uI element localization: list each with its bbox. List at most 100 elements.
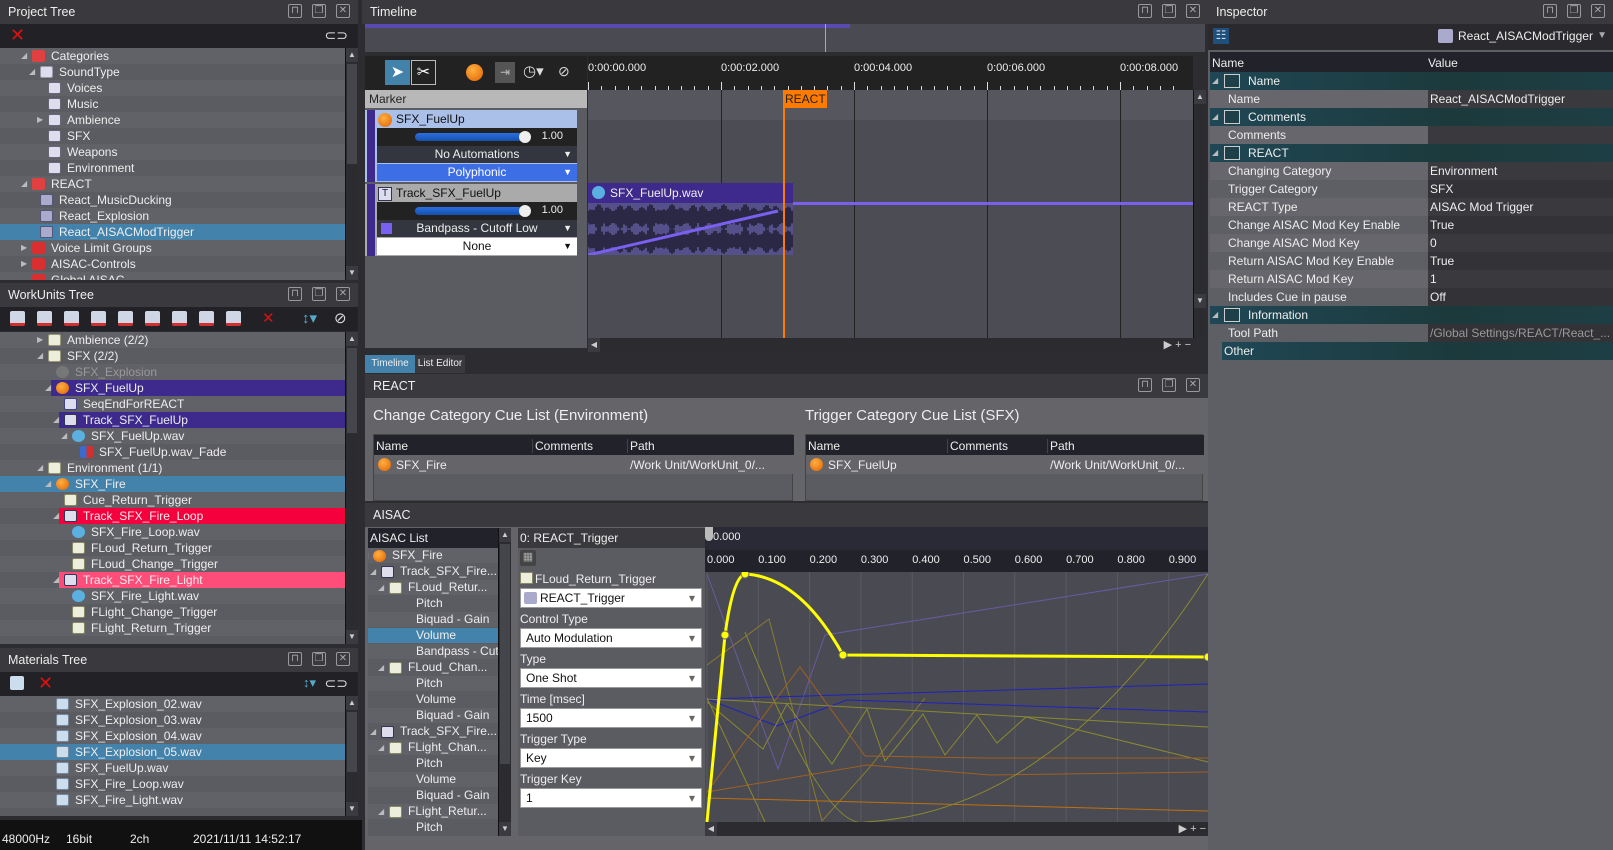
sort-icon[interactable]: ↕▾ — [302, 309, 317, 327]
aisac-list-scrollbar[interactable]: ▲ ▼ — [498, 528, 511, 836]
expand-icon[interactable]: ▶ — [21, 256, 29, 272]
grid-icon[interactable]: ▦ — [520, 550, 536, 566]
add-cue-icon[interactable] — [37, 311, 52, 326]
materials-tree-scrollbar[interactable]: ▲ ▼ — [345, 696, 358, 816]
tree-item[interactable]: ◢ SFX_Fire — [368, 548, 498, 563]
clock-icon[interactable]: ◷▾ — [523, 62, 544, 80]
property-value[interactable]: /Global Settings/REACT/React_... — [1428, 324, 1613, 342]
property-value[interactable]: React_AISACModTrigger — [1428, 90, 1613, 108]
tree-item[interactable]: ◢ Track_SFX_Fire... — [368, 724, 498, 739]
tree-item[interactable]: FLight_Return_Trigger — [0, 620, 345, 636]
property-value[interactable] — [1428, 126, 1613, 144]
tree-item[interactable]: Global AISAC- — [0, 272, 345, 280]
cut-tool-icon[interactable]: ✂ — [411, 60, 436, 85]
trigger-key-stepper[interactable]: 1 — [520, 788, 702, 808]
collapse-icon[interactable]: ◢ — [37, 460, 45, 476]
trigger-type-dropdown[interactable]: Key — [520, 748, 702, 768]
lock-icon[interactable]: ⊓ — [288, 287, 302, 301]
tree-item[interactable]: SFX_Fire_Loop.wav — [0, 524, 345, 540]
tree-item[interactable]: SFX_Explosion_03.wav — [0, 712, 345, 728]
play-cue-icon[interactable] — [466, 64, 483, 81]
table-row[interactable]: SFX_FuelUp /Work Unit/WorkUnit_0/... — [806, 455, 1204, 474]
inspector-row[interactable]: Change AISAC Mod Key Enable True — [1210, 216, 1613, 234]
tree-item[interactable]: Volume — [368, 772, 498, 787]
inspector-row[interactable]: Name React_AISACModTrigger — [1210, 90, 1613, 108]
cue-header[interactable]: SFX_FuelUp 1.00 No Automations ▼ Polyphon… — [365, 110, 577, 182]
tree-item[interactable]: SeqEndForREACT — [0, 396, 345, 412]
cue-volume-slider[interactable]: 1.00 — [377, 128, 577, 146]
link-icon[interactable]: ⊂⊃ — [325, 675, 348, 692]
inspector-group[interactable]: ◢ Name — [1210, 72, 1613, 90]
collapse-icon[interactable]: ◢ — [45, 380, 53, 396]
inspector-row[interactable]: REACT Type AISAC Mod Trigger — [1210, 198, 1613, 216]
timeline-hscroll[interactable]: ◀ ▶ + − — [588, 338, 1193, 352]
track-volume-slider[interactable]: 1.00 — [377, 202, 577, 220]
collapse-icon[interactable]: ◢ — [378, 660, 386, 675]
property-value[interactable]: Environment — [1428, 162, 1613, 180]
collapse-icon[interactable]: ◢ — [45, 476, 53, 492]
snap-icon[interactable]: ⇥ — [495, 62, 515, 83]
inspector-group[interactable]: ◢ Comments — [1210, 108, 1613, 126]
tree-item[interactable]: Pitch — [368, 596, 498, 611]
track-automation-dropdown[interactable]: Bandpass - Cutoff Low ▼ — [377, 220, 577, 237]
inspector-row[interactable]: Return AISAC Mod Key Enable True — [1210, 252, 1613, 270]
tree-item[interactable]: Cue_Return_Trigger — [0, 492, 345, 508]
tree-item[interactable]: ▶ Ambience — [0, 112, 345, 128]
collapse-icon[interactable]: ◢ — [61, 428, 69, 444]
tab-timeline[interactable]: Timeline — [365, 355, 415, 373]
float-icon[interactable]: ❐ — [312, 652, 326, 666]
select-tool-icon[interactable]: ➤ — [385, 60, 410, 85]
add-sequence-icon[interactable] — [91, 311, 106, 326]
collapse-icon[interactable]: ◢ — [37, 348, 45, 364]
graph-hscroll[interactable]: ◀ ▶ + − — [705, 822, 1208, 836]
add-track-icon[interactable] — [64, 311, 79, 326]
collapse-icon[interactable]: ◢ — [1212, 108, 1218, 126]
lock-icon[interactable]: ⊓ — [1138, 378, 1152, 392]
float-icon[interactable]: ❐ — [1567, 4, 1581, 18]
tree-item[interactable]: Pitch — [368, 756, 498, 771]
cue-automation-dropdown[interactable]: No Automations ▼ — [377, 146, 577, 163]
tree-item[interactable]: ◢ FLoud_Retur... — [368, 580, 498, 595]
project-tree-scrollbar[interactable]: ▲ ▼ — [345, 48, 358, 280]
float-icon[interactable]: ❐ — [1162, 378, 1176, 392]
lock-icon[interactable]: ⊓ — [288, 652, 302, 666]
timeline-vscroll[interactable]: ▲ ▼ — [1193, 90, 1206, 338]
tree-item[interactable]: SFX_Fire_Loop.wav — [0, 776, 345, 792]
tree-item[interactable]: ◢ Track_SFX_FuelUp — [53, 412, 345, 428]
inspector-row[interactable]: Changing Category Environment — [1210, 162, 1613, 180]
expand-icon[interactable]: ▶ — [37, 112, 45, 128]
list-view-icon[interactable]: ☷ — [1213, 28, 1229, 44]
delete-icon[interactable]: ✕ — [10, 25, 25, 46]
cue-mode-dropdown[interactable]: Polyphonic ▼ — [377, 164, 577, 181]
tree-item[interactable]: ◢ SFX_FuelUp.wav — [0, 428, 345, 444]
collapse-icon[interactable]: ◢ — [368, 548, 370, 563]
tree-item[interactable]: ◢ FLight_Retur... — [368, 804, 498, 819]
workunits-tree-scrollbar[interactable]: ▲ ▼ — [345, 332, 358, 644]
curve-point[interactable] — [838, 650, 848, 660]
tree-item[interactable]: ◢ Track_SFX_Fire... — [368, 564, 498, 579]
inspector-row[interactable]: Change AISAC Mod Key 0 — [1210, 234, 1613, 252]
add-marker-icon[interactable] — [145, 311, 160, 326]
unlink-icon[interactable]: ⊘ — [334, 309, 347, 327]
tree-item[interactable]: SFX_Explosion_02.wav — [0, 696, 345, 712]
react-marker[interactable]: REACT — [783, 90, 827, 108]
tree-item[interactable]: ▶ Ambience (2/2) — [0, 332, 345, 348]
property-value[interactable]: 1 — [1428, 270, 1613, 288]
collapse-icon[interactable]: ◢ — [53, 412, 61, 428]
property-value[interactable]: True — [1428, 216, 1613, 234]
add-material-icon[interactable] — [10, 676, 24, 690]
property-value[interactable]: 0 — [1428, 234, 1613, 252]
collapse-icon[interactable]: ◢ — [53, 572, 61, 588]
property-value[interactable]: Off — [1428, 288, 1613, 306]
collapse-icon[interactable]: ◢ — [1212, 72, 1218, 90]
collapse-icon[interactable]: ◢ — [378, 580, 386, 595]
tree-item[interactable]: React_Explosion — [0, 208, 345, 224]
tree-item[interactable]: ▶ Voice Limit Groups — [0, 240, 345, 256]
collapse-icon[interactable]: ◢ — [53, 508, 61, 524]
close-icon[interactable]: ✕ — [1591, 4, 1605, 18]
tree-item[interactable]: ◢ FLight_Chan... — [368, 740, 498, 755]
inspector-row[interactable]: Tool Path/Global Settings/REACT/React_..… — [1210, 324, 1613, 342]
delete-icon[interactable]: ✕ — [262, 309, 275, 327]
tree-item[interactable]: ◢ Track_SFX_Fire_Loop — [53, 508, 345, 524]
add-aisac-icon[interactable] — [172, 311, 187, 326]
